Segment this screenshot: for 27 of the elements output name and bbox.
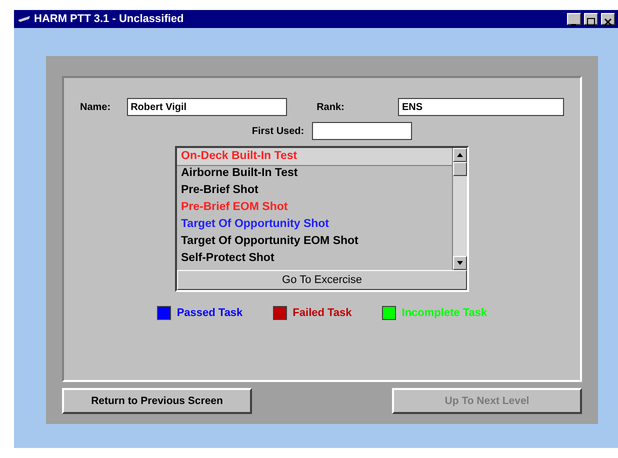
go-to-exercise-button[interactable]: Go To Excercise — [177, 270, 467, 290]
first-used-label: First Used: — [252, 126, 304, 136]
scroll-thumb[interactable] — [453, 162, 467, 176]
nav-button[interactable]: Return to Previous Screen — [62, 388, 252, 414]
window-title: HARM PTT 3.1 - Unclassified — [34, 13, 185, 25]
maximize-button[interactable] — [584, 13, 598, 25]
name-label: Name: — [80, 102, 111, 112]
maximize-icon — [587, 18, 595, 26]
name-field[interactable]: Robert Vigil — [126, 98, 287, 116]
rank-label: Rank: — [316, 102, 344, 112]
task-item[interactable]: Pre-Brief Shot — [177, 182, 452, 199]
legend-label: Passed Task — [176, 307, 243, 319]
scroll-down-icon[interactable] — [453, 256, 467, 270]
task-item[interactable]: Target Of Opportunity Shot — [177, 216, 452, 233]
scroll-up-icon[interactable] — [453, 148, 467, 162]
first-used-field[interactable] — [312, 122, 412, 140]
task-item[interactable]: Target Of Opportunity EOM Shot — [177, 233, 452, 250]
legend-label: Failed Task — [292, 307, 352, 319]
legend-label: Incomplete Task — [402, 307, 488, 319]
app-icon — [17, 14, 31, 24]
task-item[interactable]: Airborne Built-In Test — [177, 165, 452, 182]
task-item[interactable]: Self-Protect Shot — [177, 250, 452, 267]
rank-field[interactable]: ENS — [398, 98, 564, 116]
minimize-button[interactable] — [567, 13, 581, 25]
close-button[interactable] — [601, 13, 615, 25]
scrollbar[interactable] — [452, 148, 467, 270]
close-icon — [604, 18, 612, 26]
